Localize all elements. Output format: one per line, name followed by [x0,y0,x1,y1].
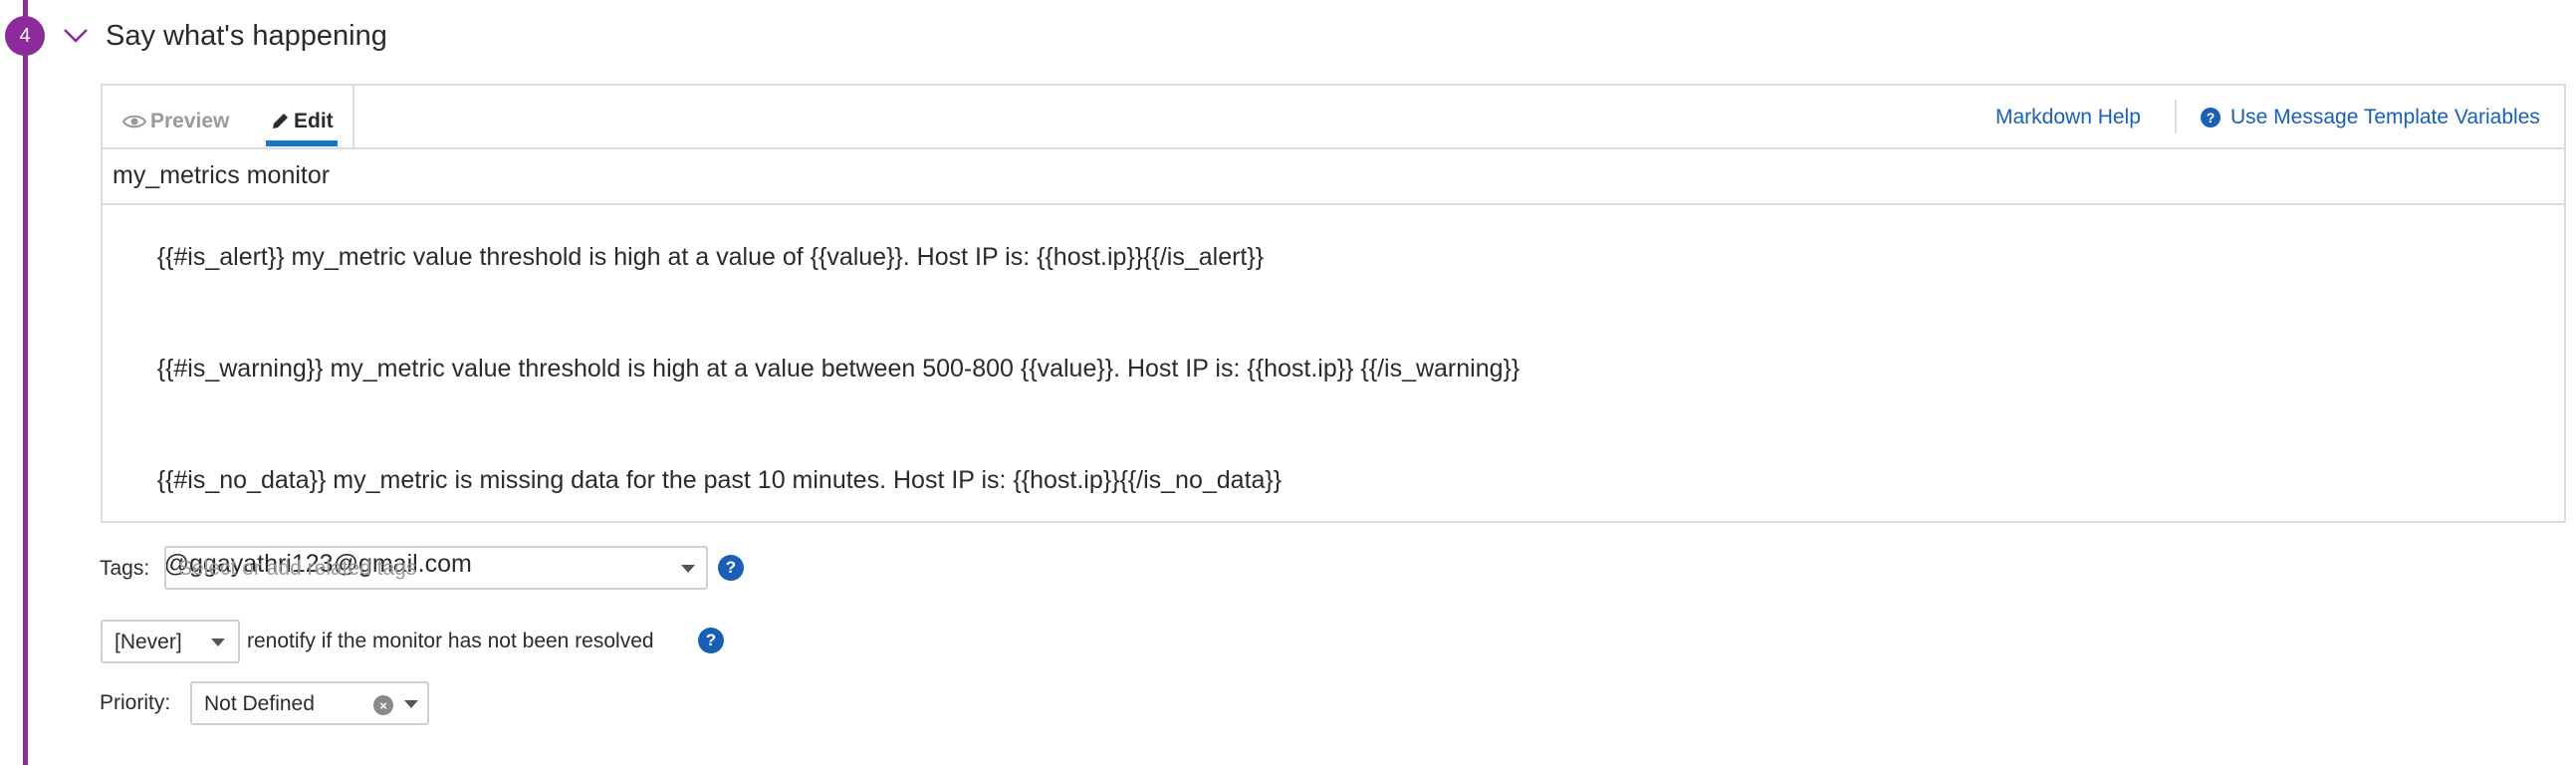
caret-down-icon [681,565,695,573]
body-line: {{#is_no_data}} my_metric is missing dat… [156,466,1283,494]
question-icon: ? [2201,108,2221,128]
section-title: Say what's happening [106,20,387,52]
priority-label: Priority: [100,691,171,714]
template-variables-link[interactable]: ? Use Message Template Variables [2201,106,2540,129]
eye-icon [122,115,146,128]
priority-select[interactable]: Not Defined × [190,681,429,725]
message-editor: Preview Edit Markdown Help ? Use Message… [101,84,2566,578]
active-tab-indicator [266,140,338,146]
monitor-step-section: 4 Say what's happening Preview Edit Mark… [0,0,2576,765]
editor-tabbar: Preview Edit Markdown Help ? Use Message… [103,86,2564,147]
priority-value: Not Defined [204,692,315,715]
question-icon[interactable]: ? [718,555,744,581]
clear-icon[interactable]: × [373,695,393,715]
template-variables-label: Use Message Template Variables [2230,106,2540,128]
renotify-value: [Never] [115,631,182,653]
renotify-label: renotify if the monitor has not been res… [247,630,654,652]
tab-preview[interactable]: Preview [122,102,229,141]
step-rail [23,0,28,765]
tags-label: Tags: [100,557,150,580]
tab-preview-label: Preview [150,110,230,132]
tab-edit-label: Edit [294,110,334,132]
message-title-input[interactable]: my_metrics monitor [103,147,2564,205]
chevron-down-icon[interactable] [63,28,89,44]
markdown-help-link[interactable]: Markdown Help [1995,106,2141,129]
body-line: {{#is_warning}} my_metric value threshol… [156,355,1521,382]
body-line: {{#is_alert}} my_metric value threshold … [156,243,1265,271]
links-divider [2175,100,2177,133]
tab-divider [352,86,354,147]
caret-down-icon [211,638,225,646]
pencil-icon [273,114,288,128]
question-icon[interactable]: ? [698,628,724,653]
tab-edit[interactable]: Edit [270,102,334,141]
step-number-badge: 4 [5,16,45,56]
caret-down-icon [404,700,418,708]
tags-select[interactable]: Select or add related tags [164,546,708,590]
renotify-select[interactable]: [Never] [101,620,240,663]
tags-placeholder: Select or add related tags [178,557,417,580]
